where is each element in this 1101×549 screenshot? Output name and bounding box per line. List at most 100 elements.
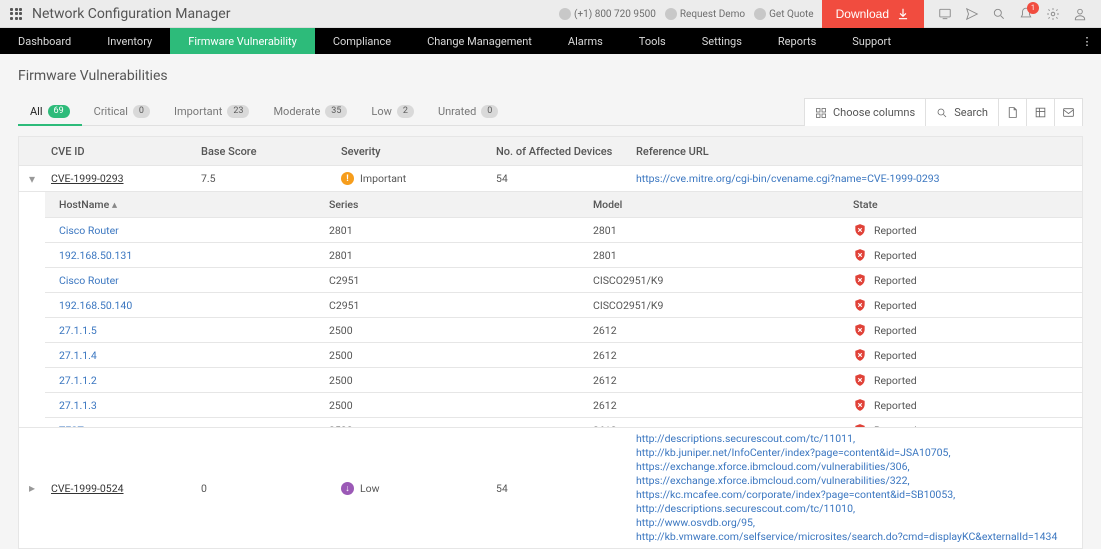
severity: ↓Low [341,482,484,495]
screencast-icon[interactable] [938,7,952,21]
search-button[interactable]: Search [926,98,999,126]
export-pdf-button[interactable] [999,98,1027,126]
reference-link[interactable]: http://descriptions.securescout.com/tc/1… [636,432,1076,446]
device-series: 2801 [329,249,593,262]
row-expander[interactable]: ▾ [19,172,45,186]
col-base[interactable]: Base Score [195,145,335,158]
email-button[interactable] [1055,98,1083,126]
hostname-link[interactable]: Cisco Router [59,224,119,237]
menu-item-tools[interactable]: Tools [621,28,684,54]
global-search-icon[interactable] [992,7,1006,21]
device-series: C2951 [329,299,593,312]
menu-item-firmware-vulnerability[interactable]: Firmware Vulnerability [170,28,315,54]
subcol-state[interactable]: State [853,198,1082,211]
request-demo-link[interactable]: Request Demo [665,8,745,20]
download-button[interactable]: Download [822,0,924,28]
device-model: CISCO2951/K9 [593,299,853,312]
tab-important[interactable]: Important23 [162,98,261,125]
search-icon [936,107,948,119]
cve-link[interactable]: CVE-1999-0524 [51,482,124,495]
subcol-series[interactable]: Series [329,198,593,211]
subtable-header: HostName ▴SeriesModelState [45,192,1082,217]
quote-icon [754,8,766,20]
filter-tabs: All69Critical0Important23Moderate35Low2U… [18,98,510,125]
device-model: 2612 [593,424,853,428]
reference-link[interactable]: https://exchange.xforce.ibmcloud.com/vul… [636,460,1076,474]
device-row: TEST25002612Reported [45,417,1082,427]
phone-link[interactable]: (+1) 800 720 9500 [559,8,656,20]
top-bar: Network Configuration Manager (+1) 800 7… [0,0,1101,28]
columns-icon [815,107,827,119]
subtable-body[interactable]: Cisco Router 2801 2801 Reported 192.168.50.1… [45,217,1082,427]
menu-item-change-management[interactable]: Change Management [409,28,550,54]
menu-item-dashboard[interactable]: Dashboard [0,28,89,54]
hostname-link[interactable]: 27.1.1.4 [59,349,97,362]
device-state: Reported [853,298,1082,312]
cve-link[interactable]: CVE-1999-0293 [51,172,124,185]
tab-count: 0 [481,105,498,118]
device-row: 27.1.1.325002612Reported [45,392,1082,417]
menu-more-icon[interactable]: ⋮ [1079,28,1095,54]
shield-icon [853,298,867,312]
user-icon[interactable] [1073,7,1087,21]
hostname-link[interactable]: TEST [59,424,84,428]
col-severity[interactable]: Severity [335,145,490,158]
settings-gear-icon[interactable] [1046,7,1060,21]
hostname-link[interactable]: 27.1.1.3 [59,399,97,412]
hostname-link[interactable]: Cisco Router [59,274,119,287]
device-state: Reported [853,248,1082,262]
reference-link[interactable]: https://exchange.xforce.ibmcloud.com/vul… [636,474,1076,488]
hostname-link[interactable]: 27.1.1.5 [59,324,97,337]
shield-icon [853,273,867,287]
shield-icon [853,423,867,427]
device-model: CISCO2951/K9 [593,274,853,287]
menu-item-reports[interactable]: Reports [760,28,834,54]
hostname-link[interactable]: 27.1.1.2 [59,374,97,387]
choose-columns-button[interactable]: Choose columns [804,98,926,126]
shield-icon [853,373,867,387]
reference-link[interactable]: http://www.osvdb.org/95, [636,516,1076,530]
shield-icon [853,398,867,412]
tab-moderate[interactable]: Moderate35 [261,98,359,125]
menu-item-alarms[interactable]: Alarms [550,28,621,54]
subcol-model[interactable]: Model [593,198,853,211]
col-affected[interactable]: No. of Affected Devices [490,145,630,158]
hostname-link[interactable]: 192.168.50.131 [59,249,132,262]
reference-link[interactable]: http://kb.juniper.net/InfoCenter/index?p… [636,446,1076,460]
device-subtable: HostName ▴SeriesModelState Cisco Router 28… [19,191,1082,427]
device-row: 27.1.1.225002612Reported [45,367,1082,392]
notifications-icon[interactable]: 1 [1019,7,1033,21]
get-quote-link[interactable]: Get Quote [754,8,814,20]
col-reference[interactable]: Reference URL [630,145,1082,158]
device-state: Reported [853,373,1082,387]
reference-link[interactable]: http://kb.vmware.com/selfservice/microsi… [636,530,1076,544]
export-csv-button[interactable] [1027,98,1055,126]
tab-count: 23 [227,105,249,118]
compass-icon[interactable] [965,7,979,21]
menu-item-compliance[interactable]: Compliance [315,28,409,54]
device-series: 2801 [329,224,593,237]
device-series: 2500 [329,349,593,362]
menu-item-settings[interactable]: Settings [684,28,760,54]
reference-link[interactable]: https://kc.mcafee.com/corporate/index?pa… [636,488,1076,502]
reference-link[interactable]: http://descriptions.securescout.com/tc/1… [636,502,1076,516]
affected-count: 54 [490,482,630,495]
menu-item-support[interactable]: Support [834,28,909,54]
phone-icon [559,8,571,20]
tab-critical[interactable]: Critical0 [82,98,162,125]
subcol-host[interactable]: HostName ▴ [59,198,329,211]
reference-link[interactable]: https://cve.mitre.org/cgi-bin/cvename.cg… [636,172,1076,186]
grid-header: CVE ID Base Score Severity No. of Affect… [19,137,1082,165]
tab-low[interactable]: Low2 [359,98,426,125]
tab-count: 2 [397,105,414,118]
tab-all[interactable]: All69 [18,98,82,125]
hostname-link[interactable]: 192.168.50.140 [59,299,132,312]
col-cve[interactable]: CVE ID [45,145,195,158]
device-row: 27.1.1.425002612Reported [45,342,1082,367]
row-expander[interactable]: ▸ [19,481,45,495]
vulnerability-grid: CVE ID Base Score Severity No. of Affect… [18,136,1083,549]
main-menu: DashboardInventoryFirmware Vulnerability… [0,28,1101,54]
menu-item-inventory[interactable]: Inventory [89,28,170,54]
tab-unrated[interactable]: Unrated0 [426,98,510,125]
apps-icon[interactable] [10,8,22,20]
